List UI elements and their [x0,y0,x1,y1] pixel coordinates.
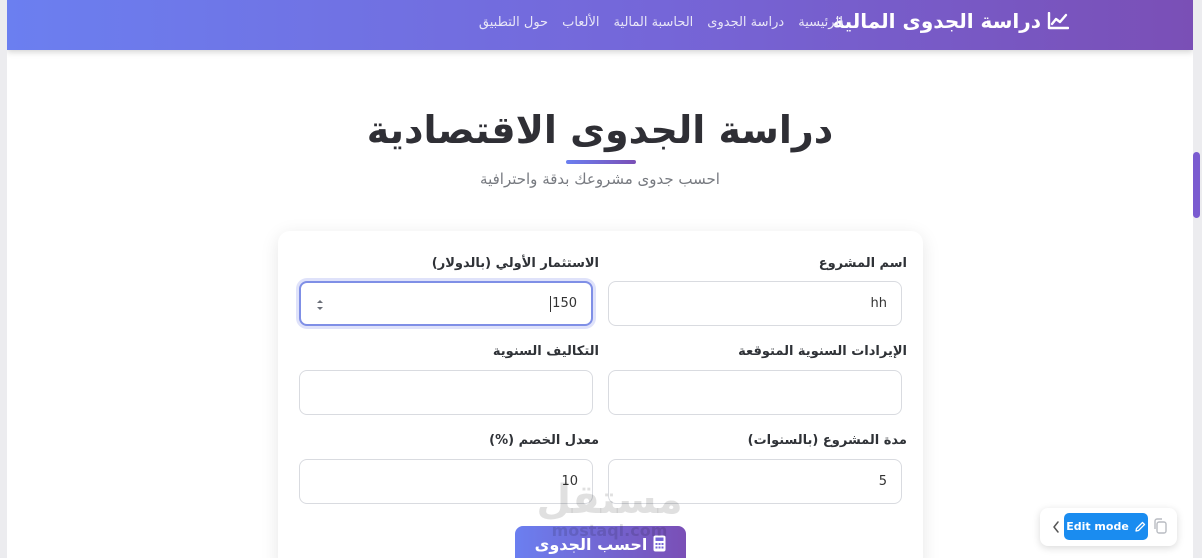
nav-links: الرئيسية دراسة الجدوى الحاسبة المالية ال… [479,15,843,30]
discount-rate-label: معدل الخصم (%) [489,433,599,448]
pencil-icon [1135,521,1145,532]
nav-link-about[interactable]: حول التطبيق [479,15,548,30]
annual-costs-input[interactable] [299,370,593,415]
scrollbar-thumb[interactable] [1193,152,1200,218]
project-name-value: hh [870,296,887,311]
edit-mode-button[interactable]: Edit mode [1064,513,1148,540]
edit-mode-widget: Edit mode [1040,508,1177,546]
nav-link-calculator[interactable]: الحاسبة المالية [614,15,694,30]
copy-icon[interactable] [1152,517,1168,535]
page-title: دراسة الجدوى الاقتصادية [366,108,834,152]
annual-revenue-input[interactable] [608,370,902,415]
project-duration-label: مدة المشروع (بالسنوات) [747,433,907,448]
chevron-left-icon[interactable] [1051,519,1061,535]
annual-revenue-label: الإيرادات السنوية المتوقعة [738,344,907,359]
project-duration-input[interactable]: 5 [608,459,902,504]
nav-link-games[interactable]: الألعاب [562,15,599,30]
initial-investment-label: الاستثمار الأولي (بالدولار) [431,256,599,271]
nav-link-home[interactable]: الرئيسية [798,15,843,30]
project-duration-value: 5 [878,474,887,489]
discount-rate-value: 10 [561,474,578,489]
initial-investment-input[interactable]: 150 [299,281,593,326]
calculator-icon [653,535,666,552]
browser-window: دراسة الجدوى المالية الرئيسية دراسة الجد… [0,0,1202,558]
top-navbar: دراسة الجدوى المالية الرئيسية دراسة الجد… [7,0,1193,50]
nav-link-feasibility[interactable]: دراسة الجدوى [707,15,784,30]
annual-costs-label: التكاليف السنوية [492,344,599,359]
page-subtitle: احسب جدوى مشروعك بدقة واحترافية [480,170,720,188]
calculate-button[interactable]: احسب الجدوى [515,526,686,558]
brand-title: دراسة الجدوى المالية [832,9,1041,33]
edit-mode-label: Edit mode [1066,520,1129,533]
page-content: دراسة الجدوى المالية الرئيسية دراسة الجد… [7,0,1193,558]
project-name-label: اسم المشروع [818,256,907,271]
chart-line-icon [1047,12,1069,30]
discount-rate-input[interactable]: 10 [299,459,593,504]
number-spinner-icon[interactable] [315,295,325,315]
title-underline [566,160,636,164]
feasibility-form-card: اسم المشروع hh الاستثمار الأولي (بالدولا… [278,231,923,558]
initial-investment-value: 150 [552,296,577,311]
brand[interactable]: دراسة الجدوى المالية [832,9,1069,33]
text-caret [550,295,552,312]
calculate-button-label: احسب الجدوى [534,535,648,554]
project-name-input[interactable]: hh [608,281,902,326]
